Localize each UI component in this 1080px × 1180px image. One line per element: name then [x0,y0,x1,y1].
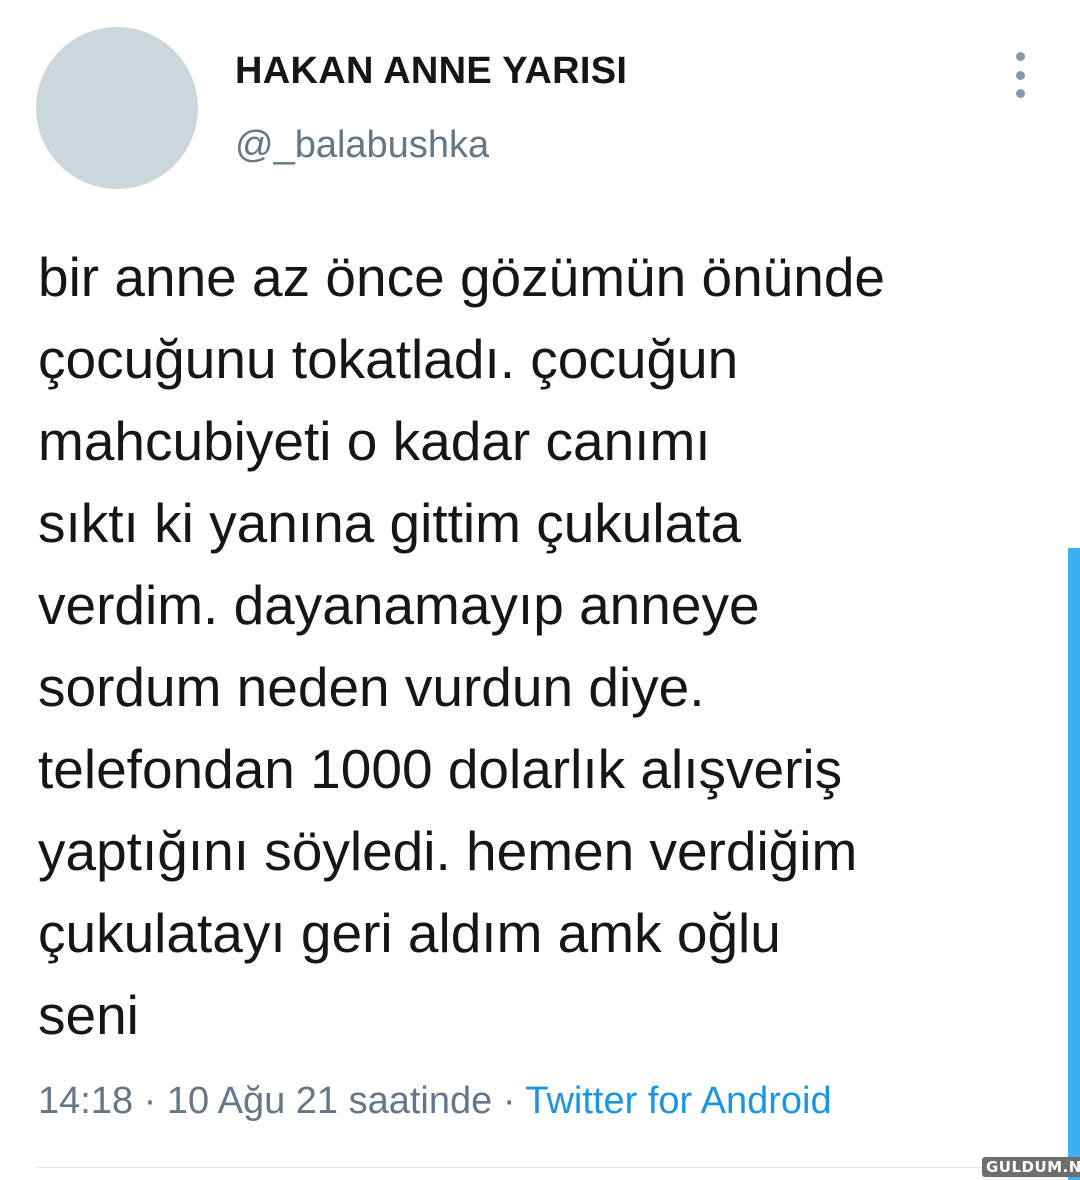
tweet-line: yaptığını söyledi. hemen verdiğim [38,820,858,882]
vertical-ellipsis-icon [1015,70,1025,80]
tweet-meta: 14:18 · 10 Ağu 21 saatinde · Twitter for… [38,1080,832,1123]
tweet-line: verdim. dayanamayıp anneye [38,574,760,636]
tweet-line: sıktı ki yanına gittim çukulata [38,492,742,554]
user-handle[interactable]: @_balabushka [235,124,489,167]
tweet-time[interactable]: 14:18 [38,1080,133,1122]
tweet-line: sordum neden vurdun diye. [38,656,705,718]
tweet-source-link[interactable]: Twitter for Android [525,1080,831,1122]
more-options-button[interactable] [1000,52,1040,98]
avatar[interactable] [36,27,198,189]
tweet-screen: HAKAN ANNE YARISI @_balabushka bir anne … [0,0,1080,1180]
tweet-line: çukulatayı geri aldım amk oğlu [38,902,781,964]
tweet-line: telefondan 1000 dolarlık alışveriş [38,738,843,800]
tweet-text: bir anne az önce gözümün önünde çocuğunu… [38,236,1058,1056]
divider [36,1167,1080,1168]
watermark: GULDUM.NET [982,1157,1080,1177]
vertical-ellipsis-icon [1015,89,1025,98]
vertical-ellipsis-icon [1015,52,1025,61]
tweet-line: mahcubiyeti o kadar canımı [38,410,711,472]
display-name[interactable]: HAKAN ANNE YARISI [235,50,627,93]
tweet-line: çocuğunu tokatladı. çocuğun [38,328,739,390]
meta-separator: · [143,1080,157,1122]
tweet-line: seni [38,984,139,1046]
scrollbar[interactable] [1068,548,1080,1180]
tweet-line: bir anne az önce gözümün önünde [38,246,886,308]
tweet-date[interactable]: 10 Ağu 21 saatinde [167,1080,492,1122]
meta-separator: · [502,1080,516,1122]
